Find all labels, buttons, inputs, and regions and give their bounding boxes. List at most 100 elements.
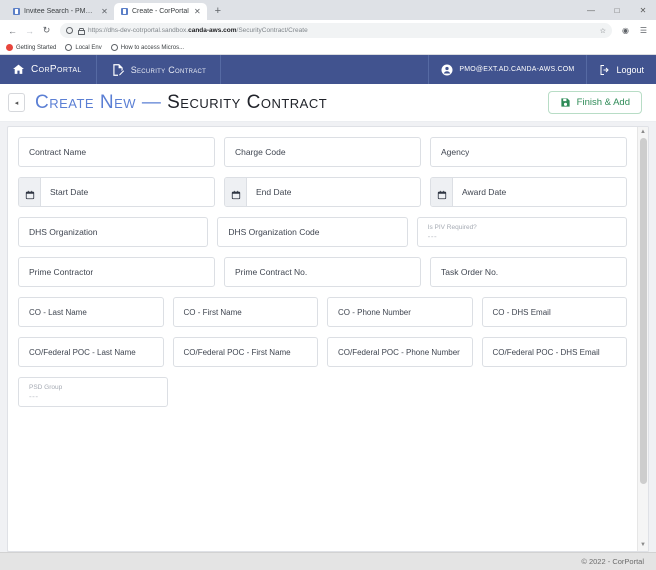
url-text: https://dhs-dev-cotrportal.sandbox.canda…: [88, 27, 596, 34]
tab-title: Create - CorPortal: [132, 8, 189, 15]
field-value: ---: [29, 392, 39, 401]
browser-toolbar: ← → ↻ https://dhs-dev-cotrportal.sandbox…: [0, 20, 656, 41]
globe-icon: [110, 44, 118, 51]
app-icon: [6, 44, 13, 51]
field-psd-group[interactable]: PSD Group ---: [18, 377, 168, 407]
new-tab-button[interactable]: +: [211, 4, 225, 18]
field-prime-contract-no[interactable]: Prime Contract No.: [224, 257, 421, 287]
form-row: PSD Group ---: [8, 377, 637, 407]
field-label: End Date: [256, 187, 292, 197]
tab-favicon-icon: [13, 8, 20, 15]
toolbar-actions: ◉ ☰: [618, 23, 651, 38]
calendar-icon-box[interactable]: [431, 178, 453, 206]
field-label: CO - DHS Email: [492, 307, 551, 317]
form-row: CO/Federal POC - Last Name CO/Federal PO…: [8, 337, 637, 367]
form-row: Contract Name Charge Code Agency: [8, 137, 637, 167]
field-poc-phone-number[interactable]: CO/Federal POC - Phone Number: [327, 337, 473, 367]
field-label: Award Date: [462, 187, 507, 197]
browser-tab-1[interactable]: Invitee Search - PMPortal ✕: [6, 3, 114, 20]
field-co-phone-number[interactable]: CO - Phone Number: [327, 297, 473, 327]
user-account[interactable]: PMO@EXT.AD.CANDA-AWS.COM: [428, 55, 586, 84]
field-dhs-organization-code[interactable]: DHS Organization Code: [217, 217, 408, 247]
back-icon[interactable]: ←: [5, 23, 20, 38]
field-agency[interactable]: Agency: [430, 137, 627, 167]
field-charge-code[interactable]: Charge Code: [224, 137, 421, 167]
form-scroll-region: Contract Name Charge Code Agency Start D…: [8, 127, 637, 551]
field-co-dhs-email[interactable]: CO - DHS Email: [481, 297, 627, 327]
field-label: Is PIV Required?: [427, 224, 477, 231]
field-label: Agency: [441, 147, 470, 157]
scroll-up-icon[interactable]: ▲: [640, 127, 646, 138]
finish-and-add-button[interactable]: Finish & Add: [547, 91, 642, 114]
page-title-rest: Security Contract: [167, 91, 328, 113]
field-label: Start Date: [50, 187, 89, 197]
field-poc-dhs-email[interactable]: CO/Federal POC - DHS Email: [481, 337, 627, 367]
calendar-icon-box[interactable]: [225, 178, 247, 206]
field-contract-name[interactable]: Contract Name: [18, 137, 215, 167]
field-prime-contractor[interactable]: Prime Contractor: [18, 257, 215, 287]
tab-close-icon[interactable]: ✕: [100, 7, 109, 16]
field-label: Contract Name: [29, 147, 87, 157]
field-label: DHS Organization Code: [228, 227, 320, 237]
field-label: DHS Organization: [29, 227, 98, 237]
field-label: CO/Federal POC - First Name: [183, 347, 291, 357]
copyright-text: © 2022 - CorPortal: [581, 557, 644, 566]
field-task-order-no[interactable]: Task Order No.: [430, 257, 627, 287]
menu-icon[interactable]: ☰: [636, 23, 651, 38]
scrollbar-thumb[interactable]: [640, 138, 647, 484]
form-scrollbar[interactable]: ▲ ▼: [637, 127, 648, 551]
bookmark-label: How to access Micros...: [120, 44, 185, 51]
page-title: Create New — Security Contract: [35, 92, 327, 114]
scroll-down-icon[interactable]: ▼: [640, 540, 646, 551]
scrollbar-track[interactable]: [638, 138, 648, 540]
tab-strip: Invitee Search - PMPortal ✕ Create - Cor…: [0, 0, 656, 20]
address-bar[interactable]: https://dhs-dev-cotrportal.sandbox.canda…: [60, 23, 612, 38]
field-label: CO/Federal POC - DHS Email: [492, 347, 600, 357]
form-row: Prime Contractor Prime Contract No. Task…: [8, 257, 637, 287]
maximize-button[interactable]: □: [604, 0, 630, 20]
minimize-button[interactable]: —: [578, 0, 604, 20]
field-dhs-organization[interactable]: DHS Organization: [18, 217, 209, 247]
field-start-date[interactable]: Start Date: [18, 177, 215, 207]
logout-icon: [599, 64, 611, 76]
bookmark-star-icon[interactable]: ☆: [600, 27, 606, 35]
url-path: /SecurityContract/Create: [236, 27, 308, 34]
contract-edit-icon: [111, 63, 125, 77]
field-is-piv-required[interactable]: Is PIV Required? ---: [416, 217, 627, 247]
app-header: CorPortal Security Contract PMO@EXT.AD.C…: [0, 55, 656, 84]
tab-close-icon[interactable]: ✕: [193, 7, 202, 16]
reload-icon[interactable]: ↻: [39, 23, 54, 38]
calendar-icon: [437, 187, 447, 200]
home-icon: [12, 63, 25, 76]
browser-tab-2[interactable]: Create - CorPortal ✕: [114, 3, 207, 20]
browser-window: Invitee Search - PMPortal ✕ Create - Cor…: [0, 0, 656, 570]
form-row: Start Date End Date Award Date: [8, 177, 637, 207]
logout-button[interactable]: Logout: [586, 55, 656, 84]
extensions-icon[interactable]: ◉: [618, 23, 633, 38]
brand-home-link[interactable]: CorPortal: [0, 55, 97, 84]
field-co-last-name[interactable]: CO - Last Name: [18, 297, 164, 327]
bookmark-item[interactable]: How to access Micros...: [110, 44, 185, 51]
close-window-button[interactable]: ✕: [630, 0, 656, 20]
field-label: Prime Contract No.: [235, 267, 308, 277]
form-row: CO - Last Name CO - First Name CO - Phon…: [8, 297, 637, 327]
field-label: CO - Phone Number: [338, 307, 411, 317]
url-prefix: https://dhs-dev-cotrportal.sandbox.: [88, 27, 189, 34]
field-end-date[interactable]: End Date: [224, 177, 421, 207]
bookmark-item[interactable]: Local Env: [65, 44, 102, 51]
lock-icon: [77, 27, 85, 35]
field-label: Prime Contractor: [29, 267, 94, 277]
brand-label: CorPortal: [31, 64, 82, 75]
bookmark-item[interactable]: Getting Started: [6, 44, 56, 51]
url-domain: canda-aws.com: [188, 27, 237, 34]
forward-icon[interactable]: →: [22, 23, 37, 38]
field-co-first-name[interactable]: CO - First Name: [172, 297, 318, 327]
tab-favicon-icon: [121, 8, 128, 15]
calendar-icon-box[interactable]: [19, 178, 41, 206]
back-button[interactable]: ◂: [8, 93, 25, 112]
field-poc-first-name[interactable]: CO/Federal POC - First Name: [172, 337, 318, 367]
field-label: CO - Last Name: [29, 307, 87, 317]
field-award-date[interactable]: Award Date: [430, 177, 627, 207]
module-link[interactable]: Security Contract: [97, 55, 222, 84]
field-poc-last-name[interactable]: CO/Federal POC - Last Name: [18, 337, 164, 367]
